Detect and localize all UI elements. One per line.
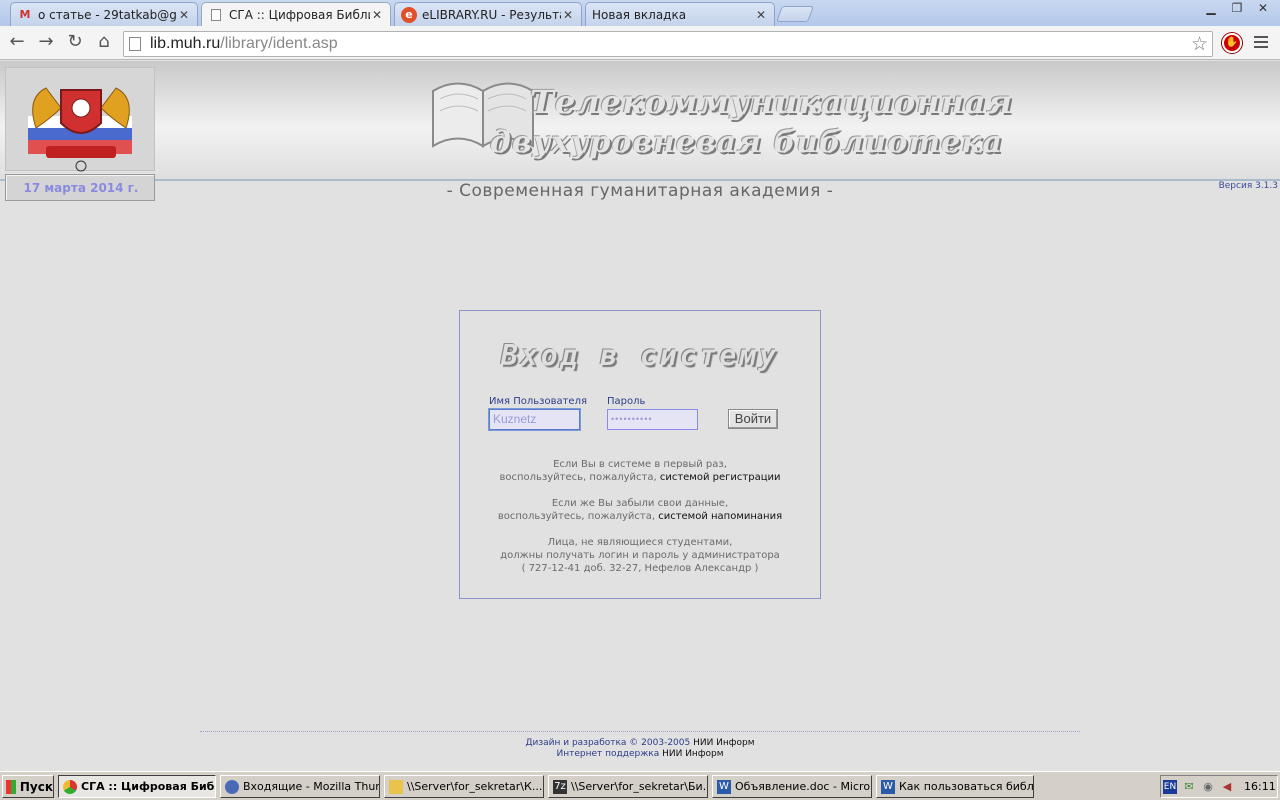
password-label: Пароль (607, 396, 646, 407)
developer-link[interactable]: НИИ Информ (693, 738, 754, 748)
bookmark-star-icon[interactable]: ☆ (1191, 33, 1208, 55)
logo-panel (5, 67, 155, 172)
start-button[interactable]: Пуск (2, 775, 54, 798)
antivirus-icon[interactable]: ◉ (1201, 780, 1215, 794)
tab-new[interactable]: Новая вкладка ✕ (585, 2, 775, 26)
password-input[interactable]: •••••••••• (607, 409, 698, 430)
tab-sga-library[interactable]: СГА :: Цифровая Библиоте ✕ (201, 2, 391, 27)
login-title: Вход в систему (500, 339, 779, 372)
home-icon[interactable]: ⌂ (92, 31, 116, 55)
elibrary-icon: e (401, 6, 417, 23)
volume-icon[interactable]: ◀ (1220, 780, 1234, 794)
system-tray: EN ✉ ◉ ◀ 16:11 (1160, 775, 1278, 798)
menu-icon[interactable] (1254, 36, 1268, 51)
url-text: lib.muh.ru/library/ident.asp (150, 35, 338, 52)
windows-logo-icon (6, 779, 16, 794)
registration-link[interactable]: системой регистрации (660, 472, 781, 483)
close-window-icon[interactable]: ✕ (1250, 0, 1276, 17)
restore-icon[interactable]: ❐ (1224, 0, 1250, 17)
web-page: Телекоммуникационная двухуровневая библи… (0, 61, 1280, 771)
academy-name: - Современная гуманитарная академия - (446, 181, 834, 201)
banner-title-line1: Телекоммуникационная (530, 83, 1014, 121)
first-time-info: Если Вы в системе в первый раз, воспольз… (499, 459, 781, 483)
folder-icon (389, 779, 403, 794)
gmail-icon: M (19, 8, 31, 21)
taskbar-item-word-announcement[interactable]: W Объявление.doc - Micro... (712, 775, 872, 798)
taskbar-item-chrome[interactable]: СГА :: Цифровая Библ... (58, 775, 216, 798)
language-indicator[interactable]: EN (1163, 779, 1177, 794)
page-icon (129, 37, 141, 51)
academy-logo (28, 87, 132, 172)
window-controls: ▁ ❐ ✕ (1198, 0, 1276, 17)
taskbar: Пуск СГА :: Цифровая Библ... Входящие - … (0, 771, 1280, 800)
address-bar[interactable]: lib.muh.ru/library/ident.asp ☆ (123, 31, 1213, 57)
word-icon: W (881, 779, 895, 794)
thunderbird-icon (225, 779, 239, 794)
taskbar-item-thunderbird[interactable]: Входящие - Mozilla Thun... (220, 775, 380, 798)
login-form: Вход в систему Имя Пользователя Пароль K… (459, 310, 821, 599)
non-student-info: Лица, не являющиеся студентами, должны п… (500, 537, 780, 574)
mail-notify-icon[interactable]: ✉ (1182, 780, 1196, 794)
close-icon[interactable]: ✕ (177, 8, 191, 22)
username-input[interactable]: Kuznetz (489, 409, 580, 430)
reminder-link[interactable]: системой напоминания (658, 511, 782, 522)
tab-title: СГА :: Цифровая Библиоте (229, 8, 370, 22)
reload-icon[interactable]: ↻ (63, 31, 87, 55)
back-icon[interactable]: ← (5, 31, 29, 55)
forward-icon[interactable]: → (34, 31, 58, 55)
minimize-icon[interactable]: ▁ (1198, 0, 1224, 17)
version-label: Версия 3.1.3 (1218, 181, 1278, 191)
site-header: Телекоммуникационная двухуровневая библи… (0, 61, 1280, 181)
banner-title-line2: двухуровневая библиотека (490, 125, 1003, 160)
taskbar-item-folder[interactable]: \\Server\for_sekretar\К... (384, 775, 544, 798)
close-icon[interactable]: ✕ (370, 8, 384, 22)
footer-divider (200, 731, 1080, 732)
tab-title: eLIBRARY.RU - Результаты (422, 7, 561, 22)
adblock-icon[interactable]: ✋ (1222, 33, 1242, 53)
page-icon (208, 7, 224, 23)
new-tab-button[interactable] (776, 6, 814, 22)
tab-title: о статье - 29tatkab@gmail.c (38, 7, 177, 22)
site-footer: Дизайн и разработка © 2003-2005 НИИ Инфо… (525, 738, 755, 759)
taskbar-item-word-howto[interactable]: W Как пользоваться библ... (876, 775, 1034, 798)
tab-title: Новая вкладка (592, 7, 687, 22)
tab-gmail[interactable]: M о статье - 29tatkab@gmail.c ✕ (10, 2, 198, 26)
close-icon[interactable]: ✕ (561, 8, 575, 22)
chrome-icon (63, 779, 77, 794)
support-link[interactable]: НИИ Информ (662, 749, 723, 759)
taskbar-item-archive[interactable]: 7z \\Server\for_sekretar\Би... (548, 775, 708, 798)
archive-icon: 7z (553, 779, 567, 794)
clock: 16:11 (1244, 780, 1276, 793)
word-icon: W (717, 779, 731, 794)
username-label: Имя Пользователя (489, 396, 587, 407)
close-icon[interactable]: ✕ (754, 8, 768, 22)
login-button[interactable]: Войти (728, 409, 778, 429)
browser-tabstrip: M о статье - 29tatkab@gmail.c ✕ СГА :: Ц… (0, 0, 1280, 27)
tab-elibrary[interactable]: e eLIBRARY.RU - Результаты ✕ (394, 2, 582, 26)
forgot-info: Если же Вы забыли свои данные, воспользу… (497, 498, 783, 522)
